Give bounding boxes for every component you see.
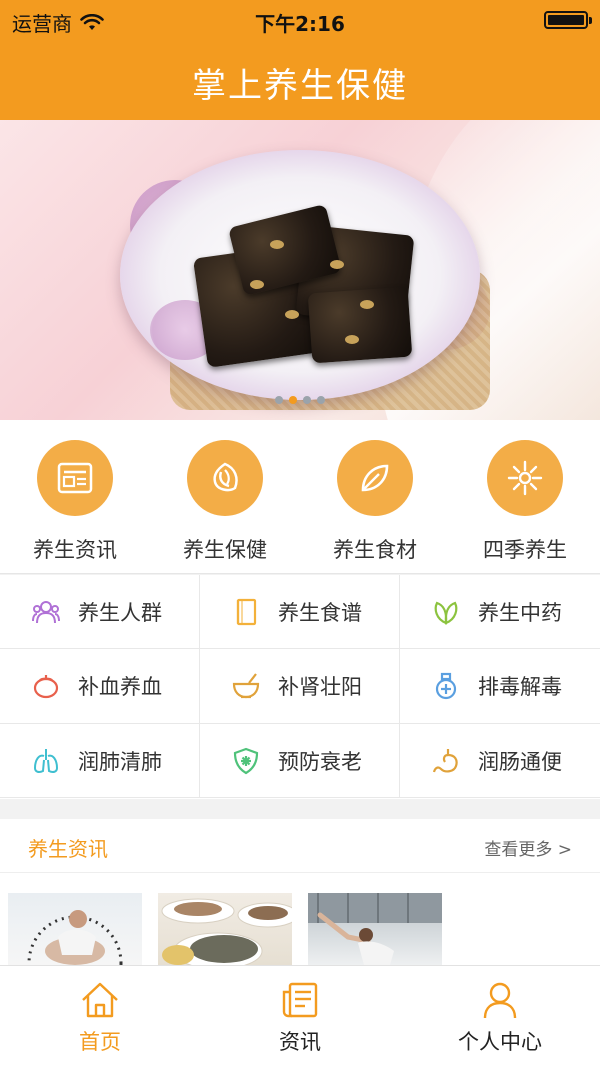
news-thumbnail[interactable] xyxy=(308,893,442,965)
section-title: 养生资讯 xyxy=(28,837,108,861)
grid-item-label: 补肾壮阳 xyxy=(278,675,362,699)
grid-item-label: 养生中药 xyxy=(478,600,562,625)
category-label: 四季养生 xyxy=(483,538,567,562)
category-ingredients[interactable]: 养生食材 xyxy=(300,420,450,573)
bottom-tab-bar: 首页 资讯 个人中心 xyxy=(0,965,600,1065)
herb-icon xyxy=(430,596,462,628)
top-bar: 运营商 下午2:16 掌上养生保健 xyxy=(0,0,600,120)
mortar-icon xyxy=(230,670,262,702)
category-row: 养生资讯 养生保健 养生食材 四季养生 xyxy=(0,420,600,574)
grid-item-label: 预防衰老 xyxy=(278,749,362,774)
leaf-icon xyxy=(337,440,413,516)
tab-home[interactable]: 首页 xyxy=(0,966,200,1065)
grid-item-kidney[interactable]: 补肾壮阳 xyxy=(200,649,400,724)
news-thumbnails xyxy=(0,873,600,965)
view-more-link[interactable]: 查看更多 > xyxy=(484,835,572,860)
page-title: 掌上养生保健 xyxy=(192,66,408,106)
status-bar: 运营商 下午2:16 xyxy=(0,0,600,40)
bottle-icon xyxy=(430,670,462,702)
grid-item-label: 养生食谱 xyxy=(278,600,362,625)
tab-label: 资讯 xyxy=(279,1030,321,1054)
status-time: 下午2:16 xyxy=(255,12,345,36)
tab-news[interactable]: 资讯 xyxy=(200,966,400,1065)
news-icon xyxy=(37,440,113,516)
category-health[interactable]: 养生保健 xyxy=(150,420,300,573)
carousel-dot-active[interactable] xyxy=(289,396,297,404)
carousel-dot[interactable] xyxy=(317,396,325,404)
news-thumbnail[interactable] xyxy=(8,893,142,965)
leaf-circle-icon xyxy=(187,440,263,516)
carousel-dot[interactable] xyxy=(303,396,311,404)
home-icon xyxy=(82,982,118,1018)
shield-icon xyxy=(230,745,262,777)
grid-item-blood[interactable]: 补血养血 xyxy=(0,649,200,724)
grid-item-people[interactable]: 养生人群 xyxy=(0,575,200,649)
grid-item-detox[interactable]: 排毒解毒 xyxy=(400,649,600,724)
grid-item-intestine[interactable]: 润肠通便 xyxy=(400,724,600,798)
lungs-icon xyxy=(30,745,62,777)
grid-item-label: 润肠通便 xyxy=(478,749,562,774)
grid-item-label: 润肺清肺 xyxy=(78,749,162,774)
grid-item-antiaging[interactable]: 预防衰老 xyxy=(200,724,400,798)
tab-profile[interactable]: 个人中心 xyxy=(400,966,600,1065)
tab-label: 个人中心 xyxy=(458,1030,542,1054)
stomach-icon xyxy=(430,745,462,777)
news-section-header: 养生资讯 查看更多 > xyxy=(0,819,600,873)
grid-item-label: 养生人群 xyxy=(78,600,162,625)
tomato-icon xyxy=(30,670,62,702)
news-thumbnail[interactable] xyxy=(158,893,292,965)
category-news[interactable]: 养生资讯 xyxy=(0,420,150,573)
grid-item-lungs[interactable]: 润肺清肺 xyxy=(0,724,200,798)
battery-icon xyxy=(544,11,592,29)
grid-item-label: 补血养血 xyxy=(78,675,162,699)
grid-item-recipes[interactable]: 养生食谱 xyxy=(200,575,400,649)
grid-item-label: 排毒解毒 xyxy=(478,675,562,699)
recipe-icon xyxy=(230,596,262,628)
banner-carousel[interactable] xyxy=(0,120,600,420)
article-icon xyxy=(282,982,318,1018)
category-label: 养生保健 xyxy=(183,538,267,562)
grid-item-herbs[interactable]: 养生中药 xyxy=(400,575,600,649)
category-label: 养生食材 xyxy=(333,538,417,562)
user-icon xyxy=(483,982,517,1019)
carousel-indicator[interactable] xyxy=(0,396,600,404)
snowflake-icon xyxy=(487,440,563,516)
category-seasons[interactable]: 四季养生 xyxy=(450,420,600,573)
category-label: 养生资讯 xyxy=(33,538,117,562)
feature-grid: 养生人群 养生食谱 养生中药 补血养血 补肾壮阳 排毒解毒 润肺清肺 预防衰老 … xyxy=(0,575,600,799)
tab-label: 首页 xyxy=(79,1030,121,1054)
people-icon xyxy=(30,596,62,628)
carousel-dot[interactable] xyxy=(275,396,283,404)
